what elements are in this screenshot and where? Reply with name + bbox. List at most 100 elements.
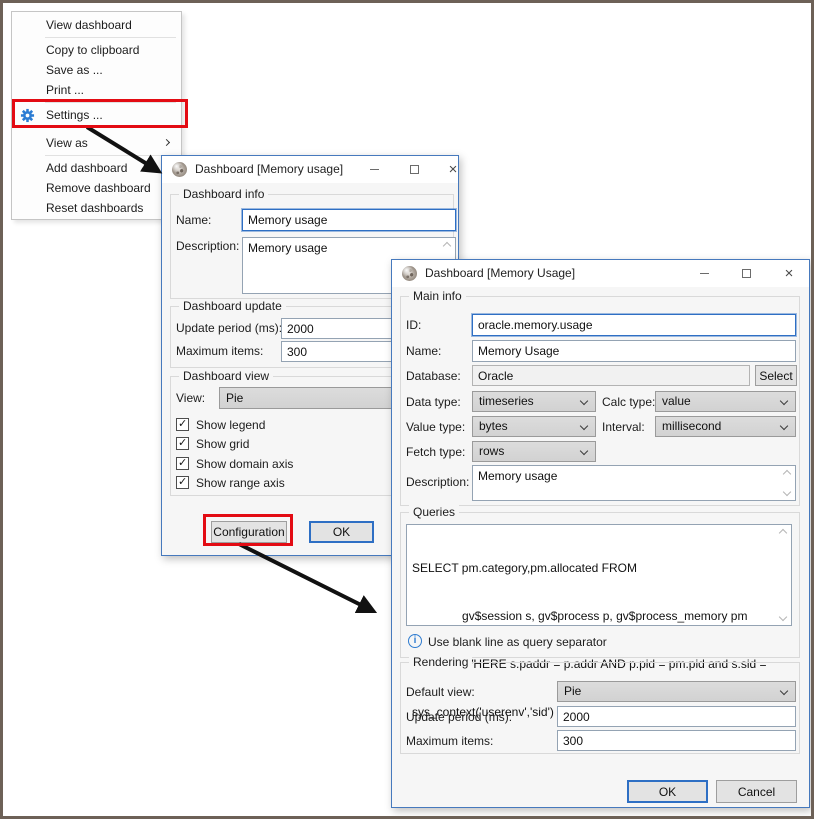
calc-type-combobox[interactable]: value bbox=[655, 391, 796, 412]
description-textarea[interactable]: Memory usage bbox=[472, 465, 796, 501]
close-button[interactable]: × bbox=[439, 156, 467, 183]
maximum-items-label: Maximum items: bbox=[176, 341, 263, 361]
query-separator-hint: Use blank line as query separator bbox=[428, 632, 607, 652]
scroll-up-icon[interactable] bbox=[783, 469, 791, 477]
checkbox-label: Show domain axis bbox=[196, 456, 293, 472]
dialog1-title: Dashboard [Memory usage] bbox=[195, 156, 343, 183]
description-text: Memory usage bbox=[478, 468, 777, 484]
fetch-type-combobox[interactable]: rows bbox=[472, 441, 596, 462]
menu-item-settings[interactable]: Settings ... bbox=[13, 105, 180, 125]
scroll-down-icon[interactable] bbox=[783, 489, 791, 497]
context-menu: View dashboard Copy to clipboard Save as… bbox=[11, 11, 182, 220]
combobox-value: millisecond bbox=[662, 417, 721, 436]
combobox-value: Pie bbox=[226, 388, 243, 409]
checkbox-checked-icon[interactable] bbox=[176, 437, 189, 450]
menu-item-label: Add dashboard bbox=[46, 158, 127, 178]
info-icon: i bbox=[408, 634, 422, 648]
combobox-value: Pie bbox=[564, 682, 581, 701]
minimize-button[interactable] bbox=[360, 156, 388, 183]
menu-item-save-as[interactable]: Save as ... bbox=[13, 60, 180, 80]
chevron-down-icon bbox=[580, 422, 588, 430]
checkbox-label: Show grid bbox=[196, 436, 249, 452]
menu-item-label: Save as ... bbox=[46, 60, 103, 80]
configuration-button[interactable]: Configuration bbox=[211, 521, 287, 543]
maximize-button[interactable] bbox=[400, 156, 428, 183]
menu-separator bbox=[45, 155, 176, 156]
menu-item-view-dashboard[interactable]: View dashboard bbox=[13, 15, 180, 35]
fetch-type-label: Fetch type: bbox=[406, 442, 465, 462]
menu-item-view-as[interactable]: View as bbox=[13, 133, 180, 153]
menu-item-label: Remove dashboard bbox=[46, 178, 151, 198]
id-label: ID: bbox=[406, 315, 421, 335]
update-period-input[interactable] bbox=[557, 706, 796, 727]
database-field bbox=[472, 365, 750, 386]
group-title: Dashboard info bbox=[179, 187, 268, 201]
group-title: Rendering bbox=[409, 655, 472, 669]
chevron-down-icon bbox=[580, 397, 588, 405]
menu-item-copy-to-clipboard[interactable]: Copy to clipboard bbox=[13, 40, 180, 60]
name-label: Name: bbox=[406, 341, 441, 361]
scroll-up-icon[interactable] bbox=[779, 528, 787, 536]
chevron-down-icon bbox=[580, 447, 588, 455]
default-view-label: Default view: bbox=[406, 682, 475, 702]
ok-button[interactable]: OK bbox=[627, 780, 708, 803]
chevron-down-icon bbox=[780, 687, 788, 695]
menu-item-add-dashboard[interactable]: Add dashboard bbox=[13, 158, 180, 178]
checkbox-checked-icon[interactable] bbox=[176, 457, 189, 470]
sql-line: gv$session s, gv$process p, gv$process_m… bbox=[412, 608, 773, 624]
close-button[interactable]: × bbox=[775, 260, 803, 287]
menu-item-reset-dashboards[interactable]: Reset dashboards bbox=[13, 198, 180, 218]
name-label: Name: bbox=[176, 210, 211, 230]
menu-item-label: View dashboard bbox=[46, 15, 132, 35]
maximize-button[interactable] bbox=[732, 260, 760, 287]
dialog1-titlebar[interactable]: Dashboard [Memory usage] × bbox=[162, 156, 458, 183]
dialog2-title: Dashboard [Memory Usage] bbox=[425, 260, 575, 287]
ok-button[interactable]: OK bbox=[309, 521, 374, 543]
default-view-combobox[interactable]: Pie bbox=[557, 681, 796, 702]
value-type-combobox[interactable]: bytes bbox=[472, 416, 596, 437]
menu-item-print[interactable]: Print ... bbox=[13, 80, 180, 100]
update-period-label: Update period (ms): bbox=[406, 707, 512, 727]
description-label: Description: bbox=[176, 236, 239, 256]
checkbox-checked-icon[interactable] bbox=[176, 418, 189, 431]
group-title: Main info bbox=[409, 289, 466, 303]
cancel-button[interactable]: Cancel bbox=[716, 780, 797, 803]
menu-item-remove-dashboard[interactable]: Remove dashboard bbox=[13, 178, 180, 198]
menu-item-label: Reset dashboards bbox=[46, 198, 143, 218]
group-title: Dashboard update bbox=[179, 299, 286, 313]
minimize-button[interactable] bbox=[690, 260, 718, 287]
dashboard-window-icon bbox=[402, 266, 417, 281]
gear-icon bbox=[20, 108, 35, 123]
chevron-down-icon bbox=[780, 422, 788, 430]
dashboard-name-input[interactable] bbox=[242, 209, 456, 231]
interval-combobox[interactable]: millisecond bbox=[655, 416, 796, 437]
queries-textarea[interactable]: SELECT pm.category,pm.allocated FROM gv$… bbox=[406, 524, 792, 626]
group-title: Dashboard view bbox=[179, 369, 273, 383]
scroll-down-icon[interactable] bbox=[779, 614, 787, 622]
group-title: Queries bbox=[409, 505, 459, 519]
menu-item-label: Settings ... bbox=[46, 105, 103, 125]
select-database-button[interactable]: Select bbox=[755, 365, 797, 386]
menu-item-label: Copy to clipboard bbox=[46, 40, 139, 60]
dialog2-titlebar[interactable]: Dashboard [Memory Usage] × bbox=[392, 260, 809, 287]
screenshot-root: View dashboard Copy to clipboard Save as… bbox=[0, 0, 814, 819]
combobox-value: value bbox=[662, 392, 691, 411]
checkbox-label: Show range axis bbox=[196, 475, 285, 491]
combobox-value: bytes bbox=[479, 417, 508, 436]
checkbox-label: Show legend bbox=[196, 417, 265, 433]
checkbox-checked-icon[interactable] bbox=[176, 476, 189, 489]
interval-label: Interval: bbox=[602, 417, 645, 437]
description-label: Description: bbox=[406, 472, 469, 492]
menu-separator bbox=[45, 102, 176, 103]
chevron-down-icon bbox=[780, 397, 788, 405]
view-label: View: bbox=[176, 388, 205, 408]
menu-item-label: Print ... bbox=[46, 80, 84, 100]
database-label: Database: bbox=[406, 366, 461, 386]
id-input[interactable] bbox=[472, 314, 796, 336]
maximum-items-input[interactable] bbox=[557, 730, 796, 751]
scroll-up-icon[interactable] bbox=[443, 241, 451, 249]
menu-item-label: View as bbox=[46, 133, 88, 153]
data-type-combobox[interactable]: timeseries bbox=[472, 391, 596, 412]
submenu-arrow-icon bbox=[163, 139, 170, 146]
name-input[interactable] bbox=[472, 340, 796, 362]
